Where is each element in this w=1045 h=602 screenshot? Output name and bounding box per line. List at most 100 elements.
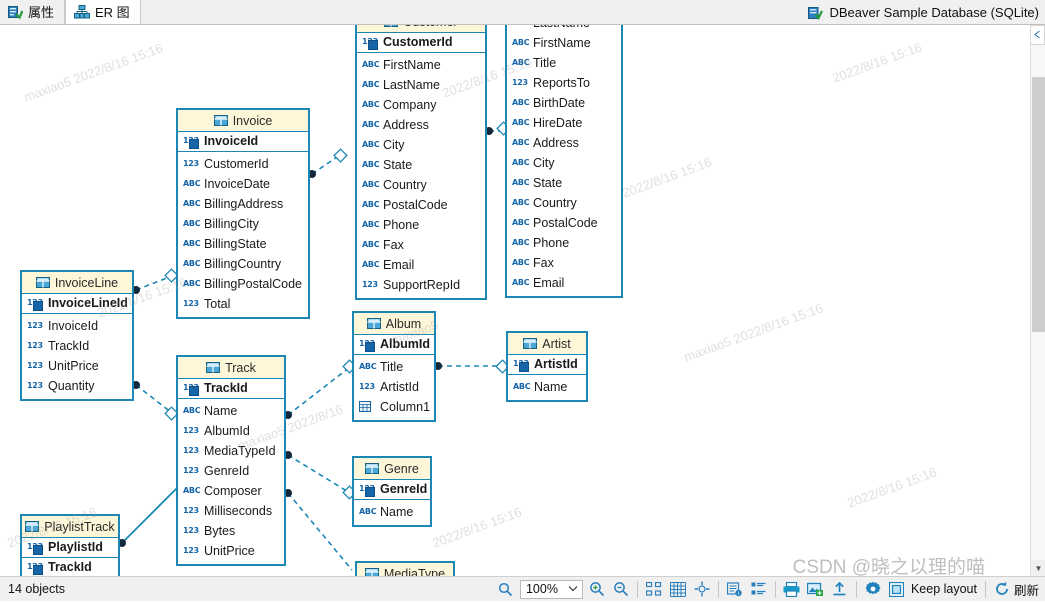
entity-track[interactable]: Track 123⚷ TrackId ABCName 123AlbumId 12… bbox=[176, 355, 286, 566]
string-type-icon: ABC bbox=[512, 217, 528, 229]
chevron-down-icon[interactable] bbox=[564, 584, 582, 594]
entity-customer-pk-customerid: 123⚷ CustomerId bbox=[357, 33, 485, 53]
column-label: HireDate bbox=[533, 116, 582, 130]
refresh-icon[interactable] bbox=[990, 578, 1014, 601]
entity-track-columns: ABCName 123AlbumId 123MediaTypeId 123Gen… bbox=[178, 399, 284, 564]
column-row: 123InvoiceId bbox=[27, 316, 128, 336]
column-row: ABCCity bbox=[362, 135, 481, 155]
scroll-corner[interactable] bbox=[1030, 25, 1045, 45]
print-icon[interactable] bbox=[780, 578, 804, 601]
string-type-icon: ABC bbox=[362, 99, 378, 111]
table-icon bbox=[523, 338, 537, 349]
column-label: Phone bbox=[533, 236, 569, 250]
column-row: ABC Name bbox=[359, 502, 426, 522]
refresh-label[interactable]: 刷新 bbox=[1014, 580, 1045, 599]
column-row: 123TrackId bbox=[27, 336, 128, 356]
string-type-icon: ABC bbox=[512, 37, 528, 49]
entity-playlisttrack-pk-trackid: 123⚷ TrackId bbox=[22, 558, 118, 576]
string-type-icon: ABC bbox=[362, 259, 378, 271]
column-row: ABCPhone bbox=[362, 215, 481, 235]
column-label: UnitPrice bbox=[204, 544, 255, 558]
entity-artist[interactable]: Artist 123⚷ ArtistId ABCName bbox=[506, 331, 588, 402]
entity-track-name: Track bbox=[225, 361, 256, 375]
entity-genre-name: Genre bbox=[384, 462, 419, 476]
column-label: BillingCountry bbox=[204, 257, 281, 271]
keep-layout-label[interactable]: Keep layout bbox=[909, 582, 981, 596]
show-columns-icon[interactable] bbox=[747, 578, 771, 601]
string-type-icon: ABC bbox=[512, 157, 528, 169]
string-type-icon: ABC bbox=[512, 257, 528, 269]
column-row: ABCInvoiceDate bbox=[183, 174, 304, 194]
column-row: ABCComposer bbox=[183, 481, 280, 501]
column-label: GenreId bbox=[380, 482, 427, 496]
show-comments-icon[interactable]: i bbox=[723, 578, 747, 601]
entity-playlisttrack-pk-playlistid: 123⚷ PlaylistId bbox=[22, 538, 118, 558]
export-image-icon[interactable] bbox=[804, 578, 828, 601]
number-type-icon: 123 bbox=[27, 360, 43, 372]
column-label: ArtistId bbox=[380, 380, 419, 394]
column-label: CustomerId bbox=[383, 35, 452, 49]
table-icon bbox=[384, 25, 398, 27]
zoom-out-icon[interactable] bbox=[609, 578, 633, 601]
tab-er-diagram[interactable]: ER 图 bbox=[65, 0, 141, 24]
string-type-icon: ABC bbox=[359, 506, 375, 518]
column-row: ABCPhone bbox=[512, 233, 617, 253]
column-label: BillingState bbox=[204, 237, 267, 251]
column-label: Bytes bbox=[204, 524, 235, 538]
search-icon[interactable] bbox=[494, 578, 518, 601]
entity-artist-name: Artist bbox=[542, 337, 570, 351]
column-row: ABCEmail bbox=[362, 255, 481, 275]
number-type-icon: 123 bbox=[512, 77, 528, 89]
string-type-icon: ABC bbox=[513, 381, 529, 393]
tab-properties[interactable]: 属性 bbox=[0, 0, 65, 24]
settings-icon[interactable] bbox=[861, 578, 885, 601]
scroll-down-arrow-icon[interactable]: ▼ bbox=[1031, 560, 1045, 576]
number-type-icon: 123 bbox=[183, 158, 199, 170]
entity-album[interactable]: Album 123⚷ AlbumId ABCTitle 123ArtistId … bbox=[352, 311, 436, 422]
entity-artist-pk-artistid: 123⚷ ArtistId bbox=[508, 355, 586, 375]
er-diagram-canvas[interactable]: Customer 123⚷ CustomerId ABCFirstName AB… bbox=[0, 25, 1030, 576]
grid-toggle-icon[interactable] bbox=[666, 578, 690, 601]
zoom-level-combo[interactable]: 100% bbox=[520, 580, 583, 599]
column-label: Name bbox=[380, 505, 413, 519]
string-type-icon: ABC bbox=[512, 25, 528, 29]
arrange-layout-icon[interactable] bbox=[642, 578, 666, 601]
string-type-icon: ABC bbox=[183, 278, 199, 290]
table-icon bbox=[365, 568, 379, 576]
primary-key-icon: 123⚷ bbox=[362, 36, 378, 48]
save-layout-icon[interactable] bbox=[885, 578, 909, 601]
primary-key-icon: 123⚷ bbox=[183, 135, 199, 147]
string-type-icon: ABC bbox=[512, 277, 528, 289]
number-type-icon: 123 bbox=[362, 279, 378, 291]
tab-properties-label: 属性 bbox=[28, 2, 54, 21]
string-type-icon: ABC bbox=[183, 238, 199, 250]
collapse-left-icon[interactable] bbox=[1033, 30, 1042, 39]
string-type-icon: ABC bbox=[512, 97, 528, 109]
entity-genre[interactable]: Genre 123⚷ GenreId ABCName bbox=[352, 456, 432, 527]
string-type-icon: ABC bbox=[362, 179, 378, 191]
vertical-scrollbar[interactable]: ▲ ▼ bbox=[1030, 25, 1045, 576]
table-icon bbox=[214, 115, 228, 126]
er-diagram-icon bbox=[74, 5, 90, 19]
number-type-icon: 123 bbox=[183, 525, 199, 537]
zoom-in-icon[interactable] bbox=[585, 578, 609, 601]
entity-employee[interactable]: Employee 123⚷ EmployeeId ABCLastName ABC… bbox=[505, 25, 623, 298]
entity-mediatype[interactable]: MediaType bbox=[355, 561, 455, 576]
entity-invoice[interactable]: Invoice 123⚷ InvoiceId 123CustomerId ABC… bbox=[176, 108, 310, 319]
export-icon[interactable] bbox=[828, 578, 852, 601]
entity-customer[interactable]: Customer 123⚷ CustomerId ABCFirstName AB… bbox=[355, 25, 487, 300]
entity-invoiceline-name: InvoiceLine bbox=[55, 276, 118, 290]
string-type-icon: ABC bbox=[512, 57, 528, 69]
entity-invoiceline[interactable]: InvoiceLine 123⚷ InvoiceLineId 123Invoic… bbox=[20, 270, 134, 401]
scrollbar-thumb[interactable] bbox=[1032, 77, 1045, 332]
column-label: FirstName bbox=[383, 58, 441, 72]
entity-invoice-name: Invoice bbox=[233, 114, 273, 128]
editor-tab-bar: 属性 ER 图 DBeaver Sample Database (SQLite) bbox=[0, 0, 1045, 25]
fit-to-window-icon[interactable] bbox=[690, 578, 714, 601]
column-row: ABCCity bbox=[512, 153, 617, 173]
entity-employee-columns: ABCLastName ABCFirstName ABCTitle 123Rep… bbox=[507, 25, 621, 296]
column-label: Quantity bbox=[48, 379, 95, 393]
column-label: BillingAddress bbox=[204, 197, 283, 211]
entity-playlisttrack[interactable]: PlaylistTrack 123⚷ PlaylistId 123⚷ Track… bbox=[20, 514, 120, 576]
string-type-icon: ABC bbox=[362, 219, 378, 231]
